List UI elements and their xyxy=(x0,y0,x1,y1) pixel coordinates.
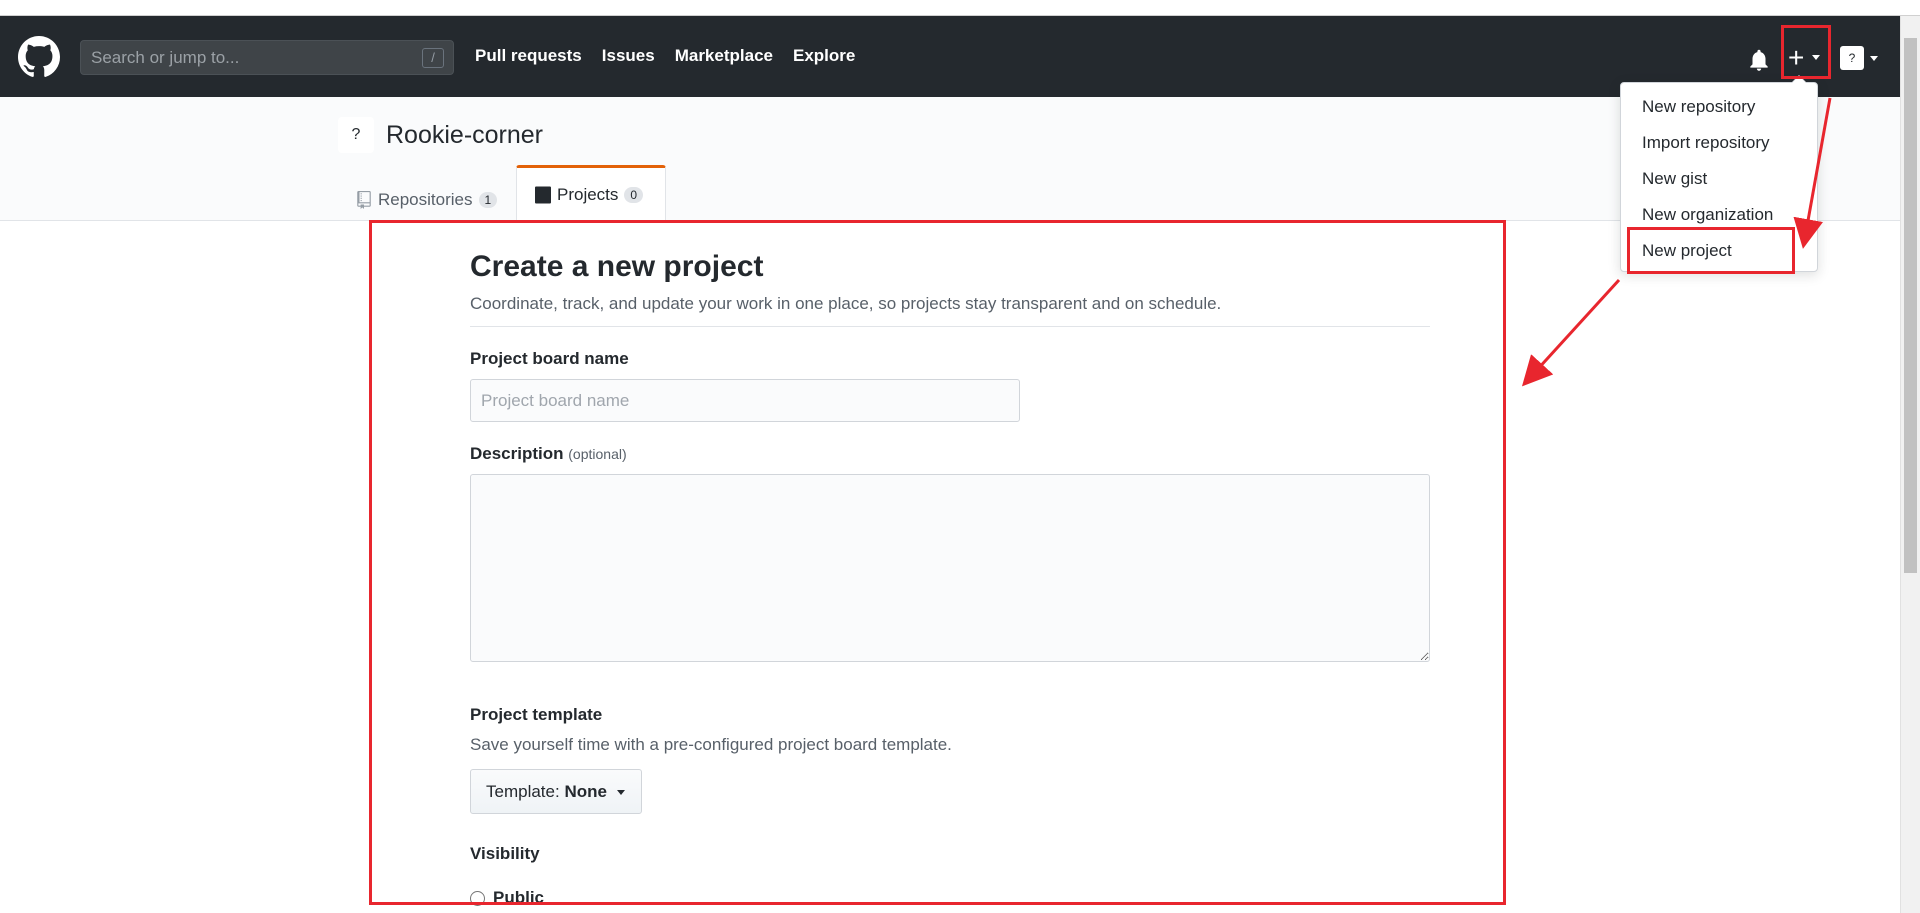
chevron-down-icon xyxy=(1870,56,1878,61)
search-shortcut-key: / xyxy=(422,48,444,68)
org-avatar: ? xyxy=(338,117,374,153)
menu-item-new-repository[interactable]: New repository xyxy=(1621,89,1817,125)
description-label: Description (optional) xyxy=(470,444,1430,464)
visibility-label: Visibility xyxy=(470,844,540,863)
menu-item-new-gist[interactable]: New gist xyxy=(1621,161,1817,197)
plus-icon: + xyxy=(1788,42,1805,73)
project-name-label: Project board name xyxy=(470,349,629,368)
template-button-value: None xyxy=(564,781,607,801)
create-new-dropdown: New repository Import repository New gis… xyxy=(1620,75,1818,272)
search-input[interactable] xyxy=(81,41,411,74)
menu-item-new-organization[interactable]: New organization xyxy=(1621,197,1817,233)
create-new-button[interactable]: + xyxy=(1782,41,1830,76)
github-logo-icon[interactable] xyxy=(18,36,60,78)
description-label-text: Description xyxy=(470,444,564,463)
menu-item-import-repository[interactable]: Import repository xyxy=(1621,125,1817,161)
menu-item-new-project[interactable]: New project xyxy=(1621,233,1817,269)
tab-repositories[interactable]: Repositories 1 xyxy=(356,177,498,222)
repo-icon xyxy=(357,190,371,209)
template-button-prefix: Template: xyxy=(486,781,560,801)
template-label: Project template xyxy=(470,705,603,724)
project-name-input[interactable] xyxy=(470,379,1020,422)
profile-header: ? Rookie-corner Repositories 1 Projects … xyxy=(0,97,1900,222)
template-select-button[interactable]: Template: None xyxy=(470,769,642,814)
annotation-arrow-to-form xyxy=(1521,278,1621,387)
project-icon xyxy=(535,186,551,204)
tab-projects[interactable]: Projects 0 xyxy=(516,165,666,222)
chevron-down-icon xyxy=(1812,55,1820,60)
tab-repositories-label: Repositories xyxy=(378,189,473,209)
page-subtitle: Coordinate, track, and update your work … xyxy=(470,294,1430,327)
page-scrollbar[interactable] xyxy=(1900,16,1920,913)
nav-explore[interactable]: Explore xyxy=(793,46,855,66)
avatar: ? xyxy=(1840,46,1864,70)
dropdown-caret-inner xyxy=(1792,76,1806,83)
page-title: Create a new project xyxy=(470,250,764,283)
description-textarea[interactable] xyxy=(470,474,1430,662)
search-box: / xyxy=(80,40,454,75)
nav-issues[interactable]: Issues xyxy=(602,46,655,66)
user-menu-button[interactable]: ? xyxy=(1840,46,1880,72)
visibility-public-label: Public xyxy=(493,888,545,907)
primary-nav: Pull requests Issues Marketplace Explore xyxy=(475,46,855,66)
projects-count: 0 xyxy=(624,187,644,203)
chevron-down-icon xyxy=(617,790,625,795)
nav-marketplace[interactable]: Marketplace xyxy=(675,46,773,66)
org-name: Rookie-corner xyxy=(386,121,544,149)
bell-icon[interactable] xyxy=(1746,47,1772,73)
visibility-public-radio[interactable] xyxy=(470,890,485,906)
optional-hint: (optional) xyxy=(568,446,627,462)
browser-top-strip xyxy=(0,0,1920,16)
repositories-count: 1 xyxy=(478,191,498,208)
scrollbar-thumb[interactable] xyxy=(1904,38,1917,573)
nav-pull-requests[interactable]: Pull requests xyxy=(475,46,582,66)
template-help: Save yourself time with a pre-configured… xyxy=(470,735,952,754)
visibility-public-option[interactable]: Public xyxy=(470,888,1430,908)
tab-projects-label: Projects xyxy=(557,185,619,204)
new-project-form: Create a new project Coordinate, track, … xyxy=(470,250,1430,908)
